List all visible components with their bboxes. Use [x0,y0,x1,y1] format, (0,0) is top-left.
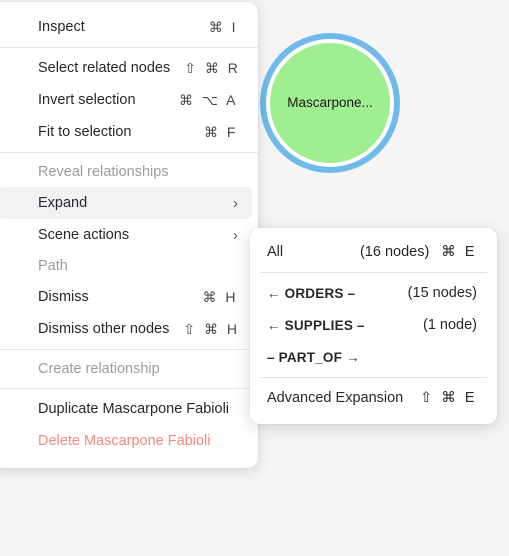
menu-item-inspect[interactable]: Inspect ⌘ I [0,11,252,43]
menu-section-header-label: Create relationship [38,361,160,377]
menu-divider [0,349,258,350]
node-selection-ring: Mascarpone... [266,39,394,167]
submenu-item-node-count: (15 nodes) [407,285,477,301]
expand-all-group: All (16 nodes) ⌘ E [250,234,497,270]
menu-item-invert-selection[interactable]: Invert selection ⌘ ⌥ A [0,84,252,116]
menu-item-expand[interactable]: Expand › [0,187,252,219]
menu-item-label: Invert selection [38,92,136,108]
graph-node-mascarpone[interactable]: Mascarpone... [260,33,400,173]
submenu-item-orders[interactable]: ← ORDERS – (15 nodes) [256,277,491,309]
submenu-item-node-count: (16 nodes) [359,244,430,260]
submenu-item-part_of[interactable]: – PART_OF → [256,341,491,373]
submenu-item-shortcut: ⇧ ⌘ E [420,390,477,406]
menu-item-select-related-nodes[interactable]: Select related nodes ⇧ ⌘ R [0,52,252,84]
menu-item-shortcut: ⇧ ⌘ H [183,320,240,337]
submenu-divider [260,377,487,378]
menu-item-shortcut: ⌘ H [202,288,238,305]
expand-submenu[interactable]: All (16 nodes) ⌘ E ← ORDERS – (15 nodes) ← SU… [250,228,497,424]
submenu-item-shortcut: ⌘ E [441,244,477,260]
selection-group: Select related nodes ⇧ ⌘ R Invert selectio… [0,49,258,151]
relationships-group: Reveal relationships Expand › Scene actions… [0,154,258,348]
menu-item-shortcut: ⌘ ⌥ A [179,91,238,108]
chevron-right-icon: › [233,226,238,244]
menu-item-label: Inspect [38,19,85,35]
submenu-item-advanced-expansion[interactable]: Advanced Expansion ⇧ ⌘ E [256,382,491,414]
node-actions-group: Duplicate Mascarpone Fabioli Delete Masca… [0,390,258,460]
submenu-item-label: All [267,244,284,260]
menu-section-header: Reveal relationships [0,157,252,187]
menu-item-dismiss[interactable]: Dismiss ⌘ H [0,281,252,313]
menu-item-label: Dismiss other nodes [38,321,170,337]
inspect-group: Inspect ⌘ I [0,8,258,46]
menu-divider [0,388,258,389]
menu-item-label: Expand [38,195,88,211]
menu-item-delete-mascarpone-fabioli[interactable]: Delete Mascarpone Fabioli [0,425,252,457]
menu-item-duplicate-mascarpone-fabioli[interactable]: Duplicate Mascarpone Fabioli [0,393,252,425]
node-body: Mascarpone... [270,43,390,163]
submenu-item-label: ← ORDERS – [267,285,356,301]
create-group: Create relationship [0,351,258,387]
submenu-item-label: Advanced Expansion [267,390,404,406]
submenu-item-supplies[interactable]: ← SUPPLIES – (1 node) [256,309,491,341]
menu-section-header: Create relationship [0,354,252,384]
submenu-item-node-count: (1 node) [422,317,477,333]
submenu-item-label: – PART_OF → [267,349,360,365]
menu-divider [0,47,258,48]
node-label: Mascarpone... [287,95,373,111]
menu-section-header-label: Reveal relationships [38,164,169,180]
menu-item-label: Duplicate Mascarpone Fabioli [38,401,230,417]
submenu-item-all[interactable]: All (16 nodes) ⌘ E [256,236,491,268]
menu-item-dismiss-other-nodes[interactable]: Dismiss other nodes ⇧ ⌘ H [0,313,252,345]
menu-item-shortcut: ⇧ ⌘ R [184,59,241,76]
menu-item-shortcut: ⌘ F [204,123,238,140]
menu-section-header: Path [0,251,252,281]
menu-item-label: Dismiss [38,289,89,305]
menu-divider [0,152,258,153]
menu-item-label: Delete Mascarpone Fabioli [38,433,211,449]
context-menu[interactable]: Inspect ⌘ I Select related nodes ⇧ ⌘ R Inver… [0,2,258,468]
submenu-item-label: ← SUPPLIES – [267,317,365,333]
menu-item-shortcut: ⌘ I [208,18,238,35]
menu-item-label: Scene actions [38,227,130,243]
submenu-divider [260,272,487,273]
menu-section-header-label: Path [38,258,68,274]
advanced-group: Advanced Expansion ⇧ ⌘ E [250,380,497,416]
expand-relationships-group: ← ORDERS – (15 nodes) ← SUPPLIES – (1 node)… [250,275,497,375]
menu-item-label: Fit to selection [38,124,132,140]
menu-item-scene-actions[interactable]: Scene actions › [0,219,252,251]
chevron-right-icon: › [233,194,238,212]
menu-item-fit-to-selection[interactable]: Fit to selection ⌘ F [0,116,252,148]
menu-item-label: Select related nodes [38,60,171,76]
